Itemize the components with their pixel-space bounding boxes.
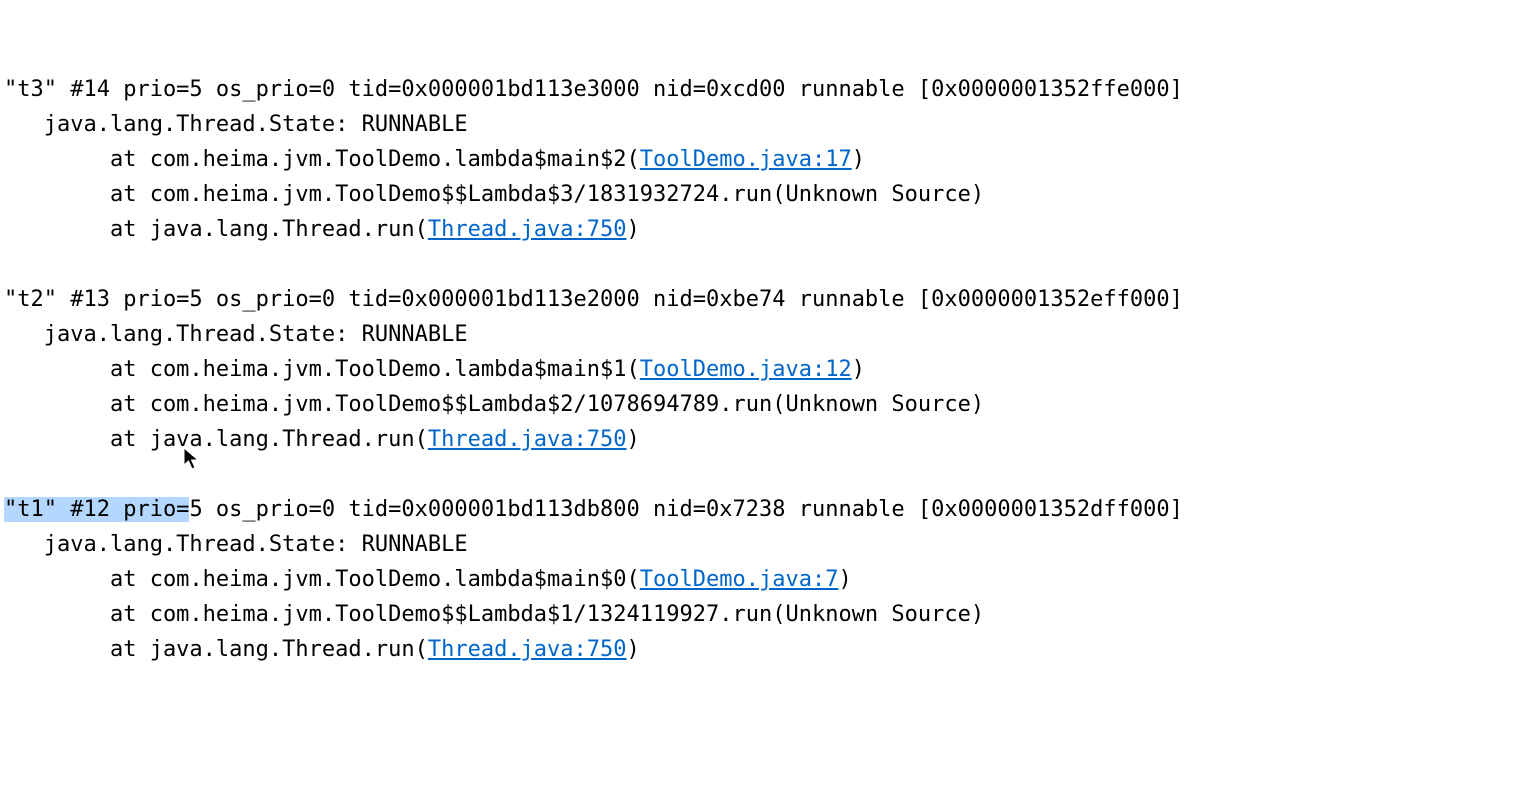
source-link[interactable]: ToolDemo.java:17 bbox=[640, 147, 852, 172]
source-link[interactable]: Thread.java:750 bbox=[428, 217, 627, 242]
stack-frame: at com.heima.jvm.ToolDemo$$Lambda$3/1831… bbox=[4, 182, 984, 207]
thread-state: java.lang.Thread.State: RUNNABLE bbox=[4, 532, 468, 557]
thread-header: "t1" #12 prio=5 os_prio=0 tid=0x000001bd… bbox=[4, 497, 1183, 522]
thread-block: "t2" #13 prio=5 os_prio=0 tid=0x000001bd… bbox=[4, 282, 1524, 457]
thread-block: "t1" #12 prio=5 os_prio=0 tid=0x000001bd… bbox=[4, 492, 1524, 667]
thread-dump-output[interactable]: "t3" #14 prio=5 os_prio=0 tid=0x000001bd… bbox=[4, 72, 1524, 667]
thread-header: "t2" #13 prio=5 os_prio=0 tid=0x000001bd… bbox=[4, 287, 1183, 312]
source-link[interactable]: ToolDemo.java:12 bbox=[640, 357, 852, 382]
stack-frame: at com.heima.jvm.ToolDemo.lambda$main$1(… bbox=[4, 357, 865, 382]
stack-frame: at java.lang.Thread.run(Thread.java:750) bbox=[4, 637, 640, 662]
thread-header: "t3" #14 prio=5 os_prio=0 tid=0x000001bd… bbox=[4, 77, 1183, 102]
mouse-cursor-icon bbox=[183, 447, 201, 471]
thread-block: "t3" #14 prio=5 os_prio=0 tid=0x000001bd… bbox=[4, 72, 1524, 247]
source-link[interactable]: ToolDemo.java:7 bbox=[640, 567, 839, 592]
stack-frame: at com.heima.jvm.ToolDemo.lambda$main$0(… bbox=[4, 567, 852, 592]
stack-frame: at com.heima.jvm.ToolDemo$$Lambda$2/1078… bbox=[4, 392, 984, 417]
thread-state: java.lang.Thread.State: RUNNABLE bbox=[4, 112, 468, 137]
stack-frame: at com.heima.jvm.ToolDemo$$Lambda$1/1324… bbox=[4, 602, 984, 627]
stack-frame: at java.lang.Thread.run(Thread.java:750) bbox=[4, 217, 640, 242]
source-link[interactable]: Thread.java:750 bbox=[428, 427, 627, 452]
stack-frame: at com.heima.jvm.ToolDemo.lambda$main$2(… bbox=[4, 147, 865, 172]
thread-state: java.lang.Thread.State: RUNNABLE bbox=[4, 322, 468, 347]
stack-frame: at java.lang.Thread.run(Thread.java:750) bbox=[4, 427, 640, 452]
text-selection: "t1" #12 prio= bbox=[4, 497, 189, 522]
source-link[interactable]: Thread.java:750 bbox=[428, 637, 627, 662]
